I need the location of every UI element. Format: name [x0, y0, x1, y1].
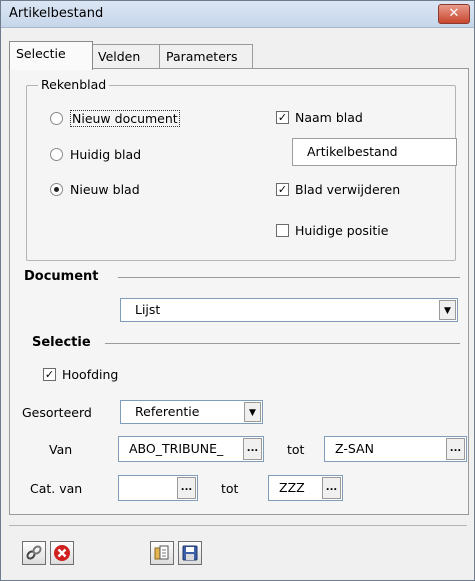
- title-bar: Artikelbestand ✕: [1, 1, 474, 28]
- bottom-divider: [9, 525, 467, 526]
- tot-value: Z-SAN: [335, 441, 374, 456]
- cat-tot-label: tot: [221, 481, 239, 496]
- cat-tot-value: ZZZ: [279, 480, 305, 495]
- cat-van-label: Cat. van: [30, 481, 83, 496]
- document-section-title: Document: [24, 269, 99, 284]
- copy-button[interactable]: [150, 541, 174, 565]
- tab-selectie[interactable]: Selectie: [9, 41, 93, 70]
- radio-circle: [50, 148, 63, 161]
- gesorteerd-select[interactable]: Referentie ▼: [120, 400, 263, 424]
- gesorteerd-label: Gesorteerd: [22, 405, 92, 420]
- chevron-down-icon[interactable]: ▼: [439, 300, 456, 320]
- dialog-window: Artikelbestand ✕ Selectie Velden Paramet…: [0, 0, 475, 581]
- divider: [118, 277, 460, 278]
- cat-tot-browse-button[interactable]: ...: [322, 477, 341, 499]
- tab-parameters[interactable]: Parameters: [159, 44, 253, 69]
- checkbox-hoofding[interactable]: ✓ Hoofding: [43, 367, 118, 382]
- checkbox-naam-blad[interactable]: ✓ Naam blad: [276, 110, 363, 125]
- check-icon: ✓: [276, 111, 289, 124]
- cancel-button[interactable]: [50, 541, 74, 565]
- van-browse-button[interactable]: ...: [243, 438, 262, 460]
- selectie-section-title: Selectie: [32, 335, 91, 350]
- tab-panel-selectie: Rekenblad Nieuw document Huidig blad Nie…: [9, 68, 469, 515]
- save-button[interactable]: [178, 541, 202, 565]
- divider: [105, 343, 460, 344]
- cat-tot-input[interactable]: ZZZ ...: [268, 475, 343, 501]
- cat-van-browse-button[interactable]: ...: [177, 477, 196, 499]
- link-icon: [26, 545, 42, 560]
- van-value: ABO_TRIBUNE_: [129, 441, 224, 456]
- check-icon: ✓: [276, 183, 289, 196]
- link-button[interactable]: [22, 541, 46, 565]
- tot-label: tot: [287, 442, 305, 457]
- document-select[interactable]: Lijst ▼: [120, 298, 458, 322]
- van-label: Van: [49, 442, 73, 457]
- radio-huidig-blad[interactable]: Huidig blad: [50, 147, 141, 162]
- cat-van-input[interactable]: ...: [118, 475, 198, 501]
- window-title: Artikelbestand: [9, 6, 104, 21]
- radio-label: Nieuw document: [70, 110, 180, 127]
- tab-selectie-label: Selectie: [16, 46, 66, 61]
- gesorteerd-select-value: Referentie: [135, 404, 200, 419]
- radio-label: Huidig blad: [70, 147, 142, 162]
- checkbox-label: Huidige positie: [295, 223, 389, 238]
- save-icon: [182, 545, 198, 561]
- checkbox-label: Blad verwijderen: [295, 182, 401, 197]
- radio-nieuw-document[interactable]: Nieuw document: [50, 110, 180, 127]
- radio-nieuw-blad[interactable]: Nieuw blad: [50, 182, 140, 197]
- tot-input[interactable]: Z-SAN ...: [324, 436, 467, 462]
- check-icon: ✓: [43, 368, 56, 381]
- tab-velden[interactable]: Velden: [91, 44, 162, 69]
- checkbox-huidige-positie[interactable]: Huidige positie: [276, 223, 388, 238]
- checkbox-label: Hoofding: [62, 367, 119, 382]
- rekenblad-label: Rekenblad: [38, 77, 110, 92]
- van-input[interactable]: ABO_TRIBUNE_ ...: [118, 436, 264, 462]
- radio-circle: [50, 112, 63, 125]
- chevron-down-icon[interactable]: ▼: [244, 402, 261, 422]
- checkbox-empty: [276, 224, 289, 237]
- naam-blad-input[interactable]: Artikelbestand: [292, 138, 457, 166]
- tab-parameters-label: Parameters: [166, 49, 238, 64]
- close-button[interactable]: ✕: [438, 4, 470, 24]
- checkbox-blad-verwijderen[interactable]: ✓ Blad verwijderen: [276, 182, 400, 197]
- radio-label: Nieuw blad: [70, 182, 140, 197]
- tab-velden-label: Velden: [98, 49, 141, 64]
- document-select-value: Lijst: [135, 302, 161, 317]
- close-circle-icon: [54, 545, 70, 561]
- checkbox-label: Naam blad: [295, 110, 363, 125]
- radio-circle-selected: [50, 183, 63, 196]
- tot-browse-button[interactable]: ...: [446, 438, 465, 460]
- folder-copy-icon: [154, 545, 169, 560]
- close-icon: ✕: [448, 6, 460, 21]
